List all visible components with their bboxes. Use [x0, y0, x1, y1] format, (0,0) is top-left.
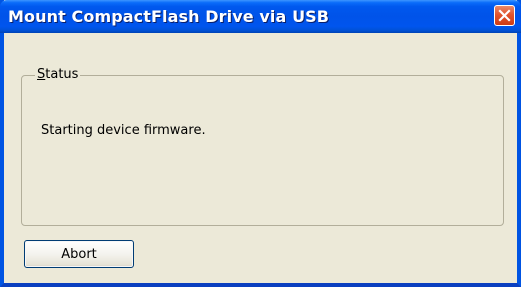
dialog-window: Mount CompactFlash Drive via USB Status … — [0, 0, 521, 287]
status-groupbox: Status Starting device firmware. — [21, 67, 504, 226]
abort-button[interactable]: Abort — [24, 240, 134, 268]
close-button[interactable] — [494, 5, 515, 26]
window-title: Mount CompactFlash Drive via USB — [8, 7, 330, 26]
status-message: Starting device firmware. — [41, 123, 206, 138]
close-icon — [498, 9, 511, 22]
title-bar[interactable]: Mount CompactFlash Drive via USB — [0, 0, 521, 33]
status-legend-rest: tatus — [45, 67, 79, 82]
status-legend: Status — [35, 67, 81, 83]
